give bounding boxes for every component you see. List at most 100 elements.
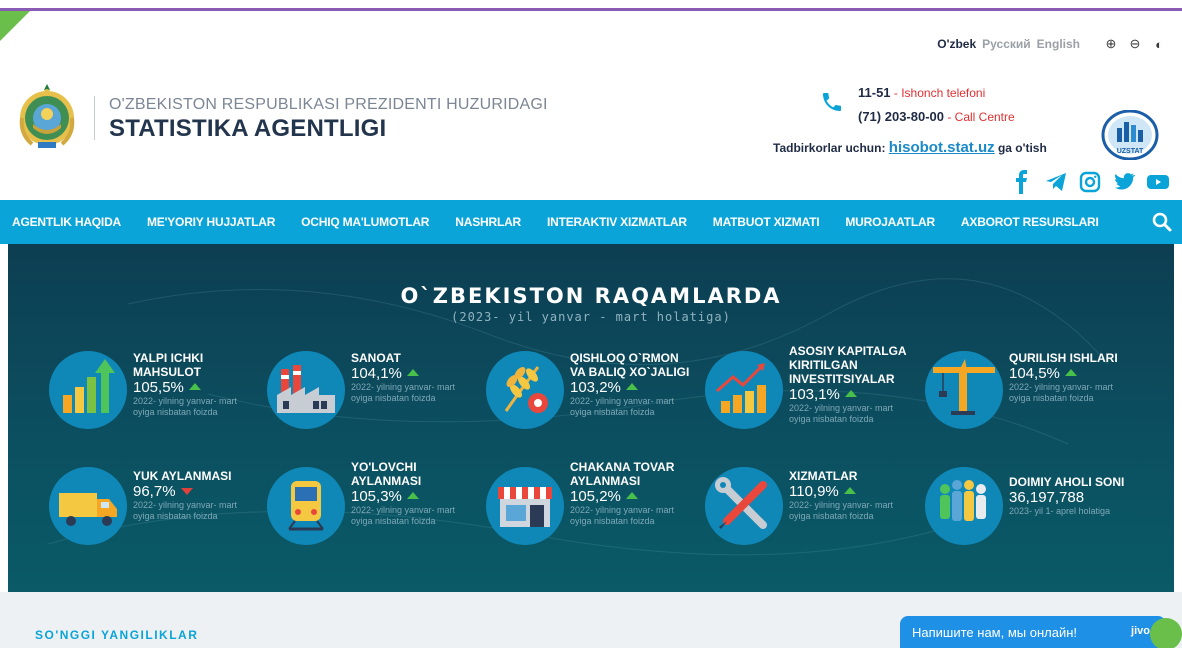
stat-title: SANOAT [351,351,401,365]
stat-value: 96,7% [133,483,176,500]
uzstat-logo-text: UZSTAT [1117,148,1144,155]
call-centre-phone[interactable]: (71) 203-80-00 - Call Centre [858,109,1015,124]
social-links [1010,170,1170,194]
call-centre-label: - Call Centre [944,110,1015,124]
stat-title: YUK AYLANMASI [133,469,232,483]
stat-card-population[interactable]: DOIMIY AHOLI SONI 36,197,788 2023- yil 1… [925,467,1135,557]
instagram-icon[interactable] [1078,170,1102,194]
stat-title: YO'LOVCHI AYLANMASI [351,460,422,488]
main-nav: AGENTLIK HAQIDA ME'YORIY HUJJATLAR OCHIQ… [0,200,1182,244]
contrast-icon[interactable]: ◐ [1150,36,1168,52]
stat-card-retail[interactable]: CHAKANA TOVAR AYLANMASI 105,2% 2022- yil… [486,460,696,557]
train-icon [267,467,345,545]
biz-suffix: ga o'tish [994,141,1047,155]
nav-agentlik-haqida[interactable]: AGENTLIK HAQIDA [12,215,134,229]
trend-up-icon [188,383,201,390]
truck-icon [49,467,127,545]
trend-up-icon [406,492,419,499]
wheat-gear-icon [486,351,564,429]
chat-text: Напишите нам, мы онлайн! [912,624,1078,640]
nav-nashrlar[interactable]: NASHRLAR [442,215,534,229]
uzstat-logo-icon[interactable]: UZSTAT [1101,110,1159,160]
trend-up-icon [406,369,419,376]
trust-phone-number: 11-51 [858,85,891,100]
stat-value: 105,2% [570,488,621,505]
lang-russian[interactable]: Русский [982,37,1031,51]
stat-note: 2023- yil 1- aprel holatiga [1009,506,1111,516]
stat-value: 103,2% [570,379,621,396]
lang-uzbek[interactable]: O'zbek [937,37,976,51]
people-icon [925,467,1003,545]
stat-note: 2022- yilning yanvar- mart oyiga nisbata… [133,500,238,521]
stat-card-passenger[interactable]: YO'LOVCHI AYLANMASI 105,3% 2022- yilning… [267,460,477,557]
stat-title: CHAKANA TOVAR AYLANMASI [570,460,675,488]
chat-brand: jivo [1131,625,1150,637]
trust-phone-label: - Ishonch telefoni [890,86,986,100]
stat-value: 104,1% [351,365,402,382]
stat-card-industry[interactable]: SANOAT 104,1% 2022- yilning yanvar- mart… [267,351,477,441]
trend-down-icon [180,488,193,495]
stat-note: 2022- yilning yanvar- mart oyiga nisbata… [789,403,894,424]
stat-value: 103,1% [789,386,840,403]
stat-card-investment[interactable]: ASOSIY KAPITALGA KIRITILGAN INVESTITSIYA… [705,344,915,441]
factory-icon [267,351,345,429]
stat-title: DOIMIY AHOLI SONI [1009,475,1125,489]
stat-note: 2022- yilning yanvar- mart oyiga nisbata… [133,396,238,417]
lang-english[interactable]: English [1037,37,1080,51]
state-emblem-icon[interactable] [16,84,78,150]
stat-title: XIZMATLAR [789,469,858,483]
tools-icon [705,467,783,545]
phone-icon [823,93,841,111]
language-bar: O'zbek Русский English ⊕ ⊖ ◐ [937,36,1168,52]
stat-value: 105,5% [133,379,184,396]
news-heading: SO'NGGI YANGILIKLAR [35,628,199,642]
youtube-icon[interactable] [1146,170,1170,194]
stat-value: 110,9% [789,483,839,500]
nav-ochiq-malumotlar[interactable]: OCHIQ MA'LUMOTLAR [288,215,442,229]
nav-interaktiv-xizmatlar[interactable]: INTERAKTIV XIZMATLAR [534,215,700,229]
nav-murojaatlar[interactable]: MUROJAATLAR [832,215,948,229]
stat-note: 2022- yilning yanvar- mart oyiga nisbata… [351,382,456,403]
gdp-icon [49,351,127,429]
search-icon[interactable] [1152,212,1172,232]
stat-card-gdp[interactable]: YALPI ICHKI MAHSULOT 105,5% 2022- yilnin… [49,351,259,441]
nav-meyoriy-hujjatlar[interactable]: ME'YORIY HUJJATLAR [134,215,288,229]
stat-title: YALPI ICHKI MAHSULOT [133,351,204,379]
header-divider [94,96,95,140]
stats-subtitle: (2023- yil yanvar - mart holatiga) [451,310,731,324]
stat-card-services[interactable]: XIZMATLAR 110,9% 2022- yilning yanvar- m… [705,467,915,557]
stats-panel: O`ZBEKISTON RAQAMLARDA (2023- yil yanvar… [8,244,1174,592]
crane-icon [925,351,1003,429]
telegram-icon[interactable] [1044,170,1068,194]
page: O'zbek Русский English ⊕ ⊖ ◐ O'ZBEKISTON… [0,0,1182,648]
nav-matbuot-xizmati[interactable]: MATBUOT XIZMATI [700,215,833,229]
stat-card-agriculture[interactable]: QISHLOQ O`RMON VA BALIQ XO`JALIGI 103,2%… [486,351,696,441]
stat-card-freight[interactable]: YUK AYLANMASI 96,7% 2022- yilning yanvar… [49,467,259,557]
trend-up-icon [843,487,856,494]
stat-note: 2022- yilning yanvar- mart oyiga nisbata… [570,505,675,526]
corner-decoration [0,11,30,41]
stat-value: 105,3% [351,488,402,505]
org-title[interactable]: STATISTIKA AGENTLIGI [109,115,386,143]
stat-value: 104,5% [1009,365,1060,382]
hisobot-link[interactable]: hisobot.stat.uz [889,139,995,156]
chat-widget-button[interactable]: Напишите нам, мы онлайн! jivo [900,616,1166,648]
trust-phone[interactable]: 11-51 - Ishonch telefoni [858,85,985,100]
nav-axborot-resurslari[interactable]: AXBOROT RESURSLARI [948,215,1112,229]
stat-note: 2022- yilning yanvar- mart oyiga nisbata… [1009,382,1114,403]
stat-note: 2022- yilning yanvar- mart oyiga nisbata… [351,505,456,526]
facebook-icon[interactable] [1010,170,1034,194]
stat-title: QISHLOQ O`RMON VA BALIQ XO`JALIGI [570,351,690,379]
zoom-out-icon[interactable]: ⊖ [1126,36,1144,52]
stats-title: O`ZBEKISTON RAQAMLARDA [400,284,782,308]
stat-title: QURILISH ISHLARI [1009,351,1118,365]
store-icon [486,467,564,545]
stat-title: ASOSIY KAPITALGA KIRITILGAN INVESTITSIYA… [789,344,907,386]
twitter-icon[interactable] [1112,170,1136,194]
call-centre-number: (71) 203-80-00 [858,109,944,124]
stat-note: 2022- yilning yanvar- mart oyiga nisbata… [789,500,894,521]
chat-status-dot [1150,618,1182,648]
stat-card-construction[interactable]: QURILISH ISHLARI 104,5% 2022- yilning ya… [925,351,1135,441]
zoom-in-icon[interactable]: ⊕ [1102,36,1120,52]
stat-note: 2022- yilning yanvar- mart oyiga nisbata… [570,396,675,417]
